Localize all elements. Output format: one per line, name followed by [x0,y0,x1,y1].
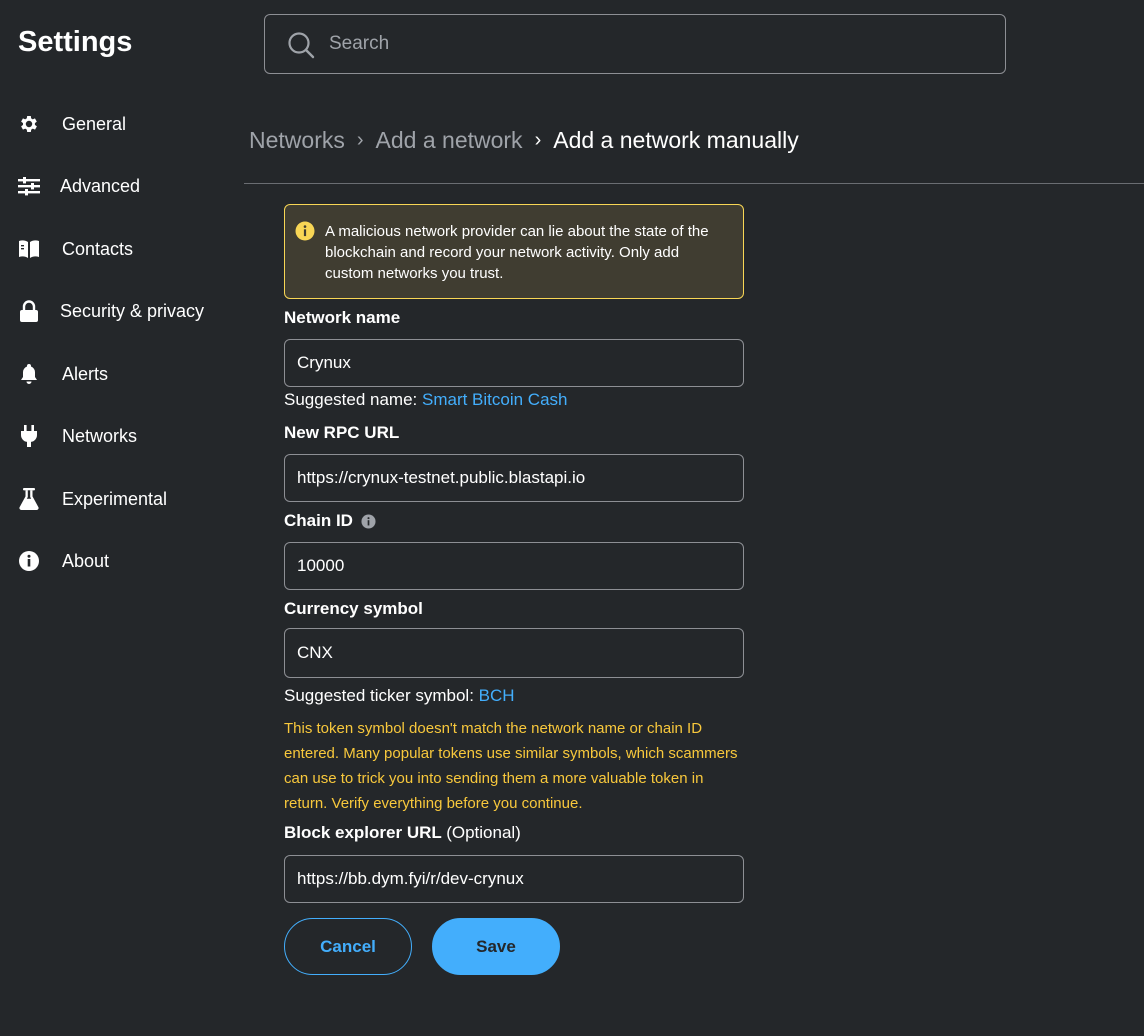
chain-id-field[interactable] [284,542,744,590]
network-name-field[interactable] [284,339,744,387]
search-input[interactable] [329,27,969,61]
chain-id-label: Chain ID [284,511,353,530]
suggested-ticker-link[interactable]: BCH [479,686,515,705]
block-explorer-field[interactable] [284,855,744,903]
sidebar-item-networks[interactable]: Networks [0,406,240,466]
sidebar-item-about[interactable]: About [0,531,240,591]
sidebar-item-advanced[interactable]: Advanced [0,156,240,216]
page-title: Settings [18,26,133,58]
suggested-name: Suggested name: Smart Bitcoin Cash [284,390,568,410]
warning-banner: A malicious network provider can lie abo… [284,204,744,299]
header-divider [244,183,1144,184]
sidebar-item-label: Networks [62,425,138,446]
sidebar-item-label: Advanced [60,175,141,196]
flask-icon [17,487,41,511]
cancel-button[interactable]: Cancel [284,918,412,975]
sidebar-item-contacts[interactable]: Contacts [0,219,240,279]
sliders-icon [17,174,41,198]
suggested-ticker-prefix: Suggested ticker symbol: [284,686,474,705]
sidebar-item-label: Alerts [62,363,109,384]
breadcrumb-add-network[interactable]: Add a network [376,127,523,154]
breadcrumb-current: Add a network manually [553,126,799,153]
chevron-right-icon: › [356,128,364,151]
info-icon[interactable] [361,513,376,529]
sidebar-item-label: Experimental [62,488,168,509]
plug-icon [17,424,41,448]
book-icon [17,237,41,261]
currency-symbol-label: Currency symbol [284,599,423,618]
save-button[interactable]: Save [432,918,560,975]
ticker-warning: This token symbol doesn't match the netw… [284,720,738,812]
warning-text: A malicious network provider can lie abo… [325,223,709,282]
sidebar-item-general[interactable]: General [0,94,240,154]
lock-icon [17,299,41,323]
breadcrumb-networks[interactable]: Networks [249,127,345,154]
sidebar-item-alerts[interactable]: Alerts [0,344,240,404]
optional-tag: (Optional) [446,823,521,842]
chevron-right-icon: › [534,128,542,151]
network-name-label: Network name [284,308,401,327]
suggested-ticker: Suggested ticker symbol: BCH [284,686,515,706]
sidebar-item-label: About [62,550,110,571]
suggested-name-prefix: Suggested name: [284,390,418,409]
sidebar-item-security[interactable]: Security & privacy [0,281,240,341]
search-box [264,14,1006,74]
sidebar-item-label: Contacts [62,238,134,259]
breadcrumb: Networks › Add a network › Add a network… [249,124,799,156]
currency-symbol-field[interactable] [284,628,744,678]
gear-icon [17,112,41,136]
rpc-url-field[interactable] [284,454,744,502]
info-icon [17,549,41,573]
sidebar-item-label: Security & privacy [60,300,205,321]
block-explorer-label: Block explorer URL [284,823,442,842]
sidebar-item-experimental[interactable]: Experimental [0,469,240,529]
sidebar-item-label: General [62,113,127,134]
chain-id-label-row: Chain ID [284,511,376,531]
info-icon [295,221,315,241]
search-icon [287,31,315,59]
bell-icon [17,362,41,386]
block-explorer-label-row: Block explorer URL (Optional) [284,823,521,843]
rpc-url-label: New RPC URL [284,423,400,442]
suggested-name-link[interactable]: Smart Bitcoin Cash [422,390,568,409]
